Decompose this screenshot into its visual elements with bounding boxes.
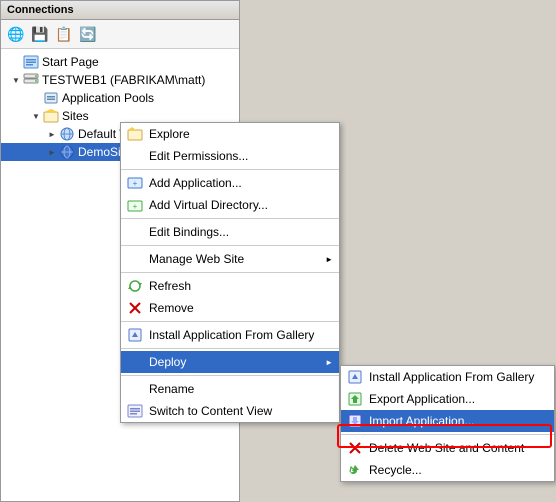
menu-install-gallery[interactable]: Install Application From Gallery [121, 324, 339, 346]
manage-website-arrow: ► [325, 255, 333, 264]
separator-2 [121, 218, 339, 219]
refresh-button[interactable]: 🔄 [77, 23, 99, 45]
add-vdir-label: Add Virtual Directory... [149, 198, 268, 212]
pools-icon [43, 90, 59, 106]
menu-refresh[interactable]: Refresh [121, 275, 339, 297]
back-icon: 🌐 [7, 26, 24, 43]
menu-switch-content[interactable]: Switch to Content View [121, 400, 339, 422]
submenu-export-app[interactable]: Export Application... [341, 388, 554, 410]
sub-export-icon [345, 389, 365, 409]
save-icon: 💾 [31, 26, 48, 43]
sub-install-icon [345, 367, 365, 387]
startpage-icon [23, 54, 39, 70]
expand-demo: ► [45, 145, 59, 159]
separator-6 [121, 348, 339, 349]
menu-rename[interactable]: Rename [121, 378, 339, 400]
sub-delete-label: Delete Web Site and Content [369, 441, 524, 455]
panel-title: Connections [7, 4, 74, 16]
edit-bindings-icon [125, 222, 145, 242]
menu-explore[interactable]: Explore [121, 123, 339, 145]
add-app-label: Add Application... [149, 176, 242, 190]
menu-add-vdir[interactable]: + Add Virtual Directory... [121, 194, 339, 216]
server-label: TESTWEB1 (FABRIKAM\matt) [42, 73, 205, 87]
install-gallery-label: Install Application From Gallery [149, 328, 314, 342]
svg-text:+: + [133, 202, 138, 211]
deploy-label: Deploy [149, 355, 186, 369]
switch-content-icon [125, 401, 145, 421]
submenu-install-gallery[interactable]: Install Application From Gallery [341, 366, 554, 388]
sub-import-icon [345, 411, 365, 431]
panel-header: Connections [1, 1, 239, 20]
edit-perms-label: Edit Permissions... [149, 149, 248, 163]
submenu-delete-site[interactable]: Delete Web Site and Content [341, 437, 554, 459]
add-app-icon: + [125, 173, 145, 193]
refresh-label: Refresh [149, 279, 191, 293]
svg-text:+: + [133, 179, 138, 188]
add-vdir-icon: + [125, 195, 145, 215]
demosite-icon [59, 144, 75, 160]
tree-item-startpage[interactable]: Start Page [1, 53, 239, 71]
toolbar: 🌐 💾 📋 🔄 [1, 20, 239, 49]
tree-item-apppools[interactable]: Application Pools [1, 89, 239, 107]
manage-website-icon [125, 249, 145, 269]
expand-default: ► [45, 127, 59, 141]
menu-remove[interactable]: Remove [121, 297, 339, 319]
back-button[interactable]: 🌐 [5, 23, 27, 45]
sub-export-label: Export Application... [369, 392, 475, 406]
separator-3 [121, 245, 339, 246]
sites-icon [43, 108, 59, 124]
expand-pools [29, 91, 43, 105]
refresh-icon: 🔄 [79, 26, 96, 43]
defaultsite-icon [59, 126, 75, 142]
expand-startpage [9, 55, 23, 69]
remove-icon [125, 298, 145, 318]
rename-label: Rename [149, 382, 194, 396]
sub-install-label: Install Application From Gallery [369, 370, 534, 384]
manage-website-label: Manage Web Site [149, 252, 244, 266]
save-button[interactable]: 💾 [29, 23, 51, 45]
menu-manage-website[interactable]: Manage Web Site ► [121, 248, 339, 270]
menu-edit-perms[interactable]: Edit Permissions... [121, 145, 339, 167]
expand-sites: ▼ [29, 109, 43, 123]
rename-icon [125, 379, 145, 399]
edit-bindings-label: Edit Bindings... [149, 225, 229, 239]
sub-recycle-icon [345, 460, 365, 480]
sub-separator [341, 434, 554, 435]
menu-deploy[interactable]: Deploy ► [121, 351, 339, 373]
context-menu: Explore Edit Permissions... + Add Applic… [120, 122, 340, 423]
deploy-icon [125, 352, 145, 372]
submenu-import-app[interactable]: Import Application... [341, 410, 554, 432]
menu-edit-bindings[interactable]: Edit Bindings... [121, 221, 339, 243]
explore-icon [125, 124, 145, 144]
startpage-label: Start Page [42, 55, 99, 69]
edit-perms-icon [125, 146, 145, 166]
server-icon [23, 72, 39, 88]
separator-1 [121, 169, 339, 170]
sub-delete-icon [345, 438, 365, 458]
deploy-submenu: Install Application From Gallery Export … [340, 365, 555, 482]
separator-5 [121, 321, 339, 322]
nav-button[interactable]: 📋 [53, 23, 75, 45]
refresh-menu-icon [125, 276, 145, 296]
sub-recycle-label: Recycle... [369, 463, 422, 477]
separator-7 [121, 375, 339, 376]
sub-import-label: Import Application... [369, 414, 474, 428]
install-gallery-icon [125, 325, 145, 345]
switch-content-label: Switch to Content View [149, 404, 272, 418]
expand-server: ▼ [9, 73, 23, 87]
deploy-arrow: ► [325, 358, 333, 367]
tree-item-server[interactable]: ▼ TESTWEB1 (FABRIKAM\matt) [1, 71, 239, 89]
pools-label: Application Pools [62, 91, 154, 105]
submenu-recycle[interactable]: Recycle... [341, 459, 554, 481]
nav-icon: 📋 [55, 26, 72, 43]
separator-4 [121, 272, 339, 273]
remove-label: Remove [149, 301, 194, 315]
menu-add-app[interactable]: + Add Application... [121, 172, 339, 194]
explore-label: Explore [149, 127, 190, 141]
sites-label: Sites [62, 109, 89, 123]
